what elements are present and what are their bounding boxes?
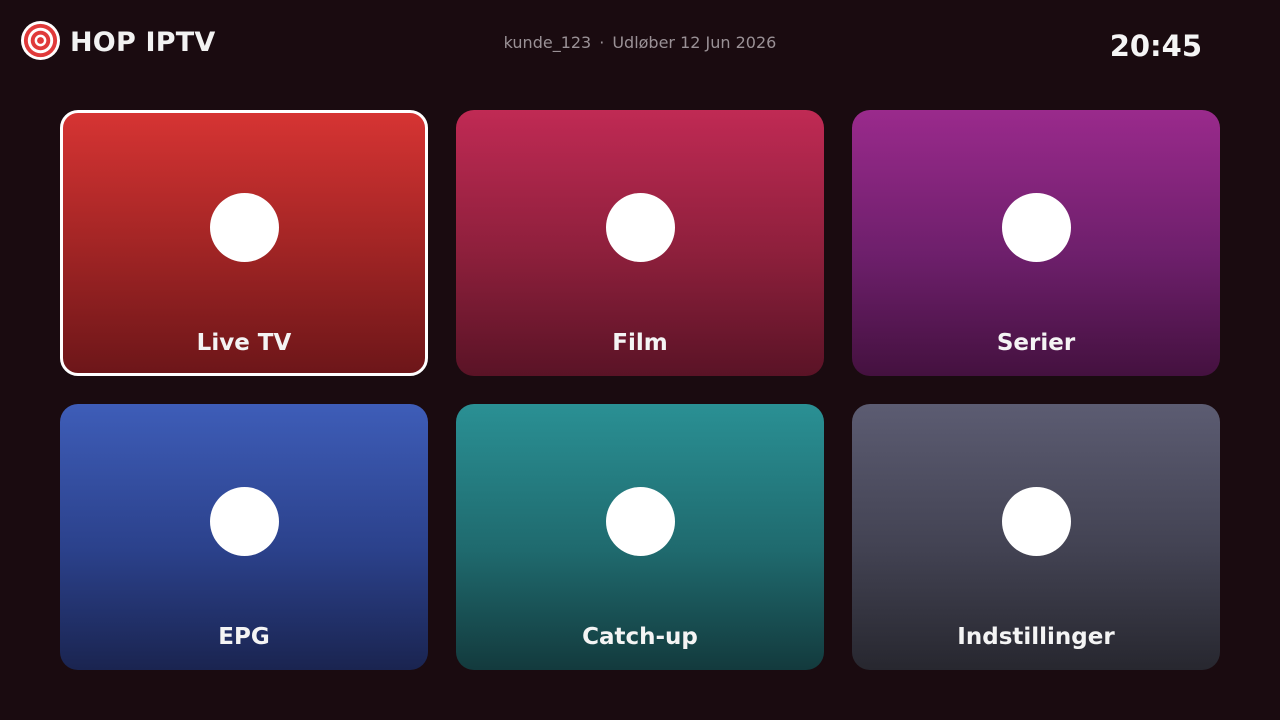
separator: · (599, 33, 605, 52)
circle-icon (1001, 487, 1071, 556)
tile-label: Film (612, 330, 668, 356)
circle-icon (209, 487, 279, 556)
expiry-date: Udløber 12 Jun 2026 (612, 33, 777, 52)
top-bar: HOP IPTV kunde_123 · Udløber 12 Jun 2026 2… (0, 0, 1280, 90)
tile-label: Serier (996, 330, 1076, 356)
tile-serier[interactable]: Serier (852, 110, 1220, 376)
clock: 20:45 (1109, 29, 1202, 63)
tile-indstillinger[interactable]: Indstillinger (852, 404, 1220, 670)
username: kunde_123 (503, 33, 592, 52)
circle-icon (1001, 193, 1071, 262)
tile-live-tv[interactable]: Live TV (60, 110, 428, 376)
tile-label: EPG (218, 624, 270, 650)
tile-epg[interactable]: EPG (60, 404, 428, 670)
circle-icon (605, 487, 675, 556)
circle-icon (209, 193, 279, 262)
circle-icon (605, 193, 675, 262)
main-menu-grid: Live TV Film Serier EPG Catch-up Indstil… (60, 110, 1220, 670)
tile-label: Live TV (196, 330, 292, 356)
tile-label: Catch-up (582, 624, 698, 650)
account-info: kunde_123 · Udløber 12 Jun 2026 (0, 33, 1280, 53)
tile-catch-up[interactable]: Catch-up (456, 404, 824, 670)
tile-label: Indstillinger (957, 624, 1115, 650)
tile-film[interactable]: Film (456, 110, 824, 376)
